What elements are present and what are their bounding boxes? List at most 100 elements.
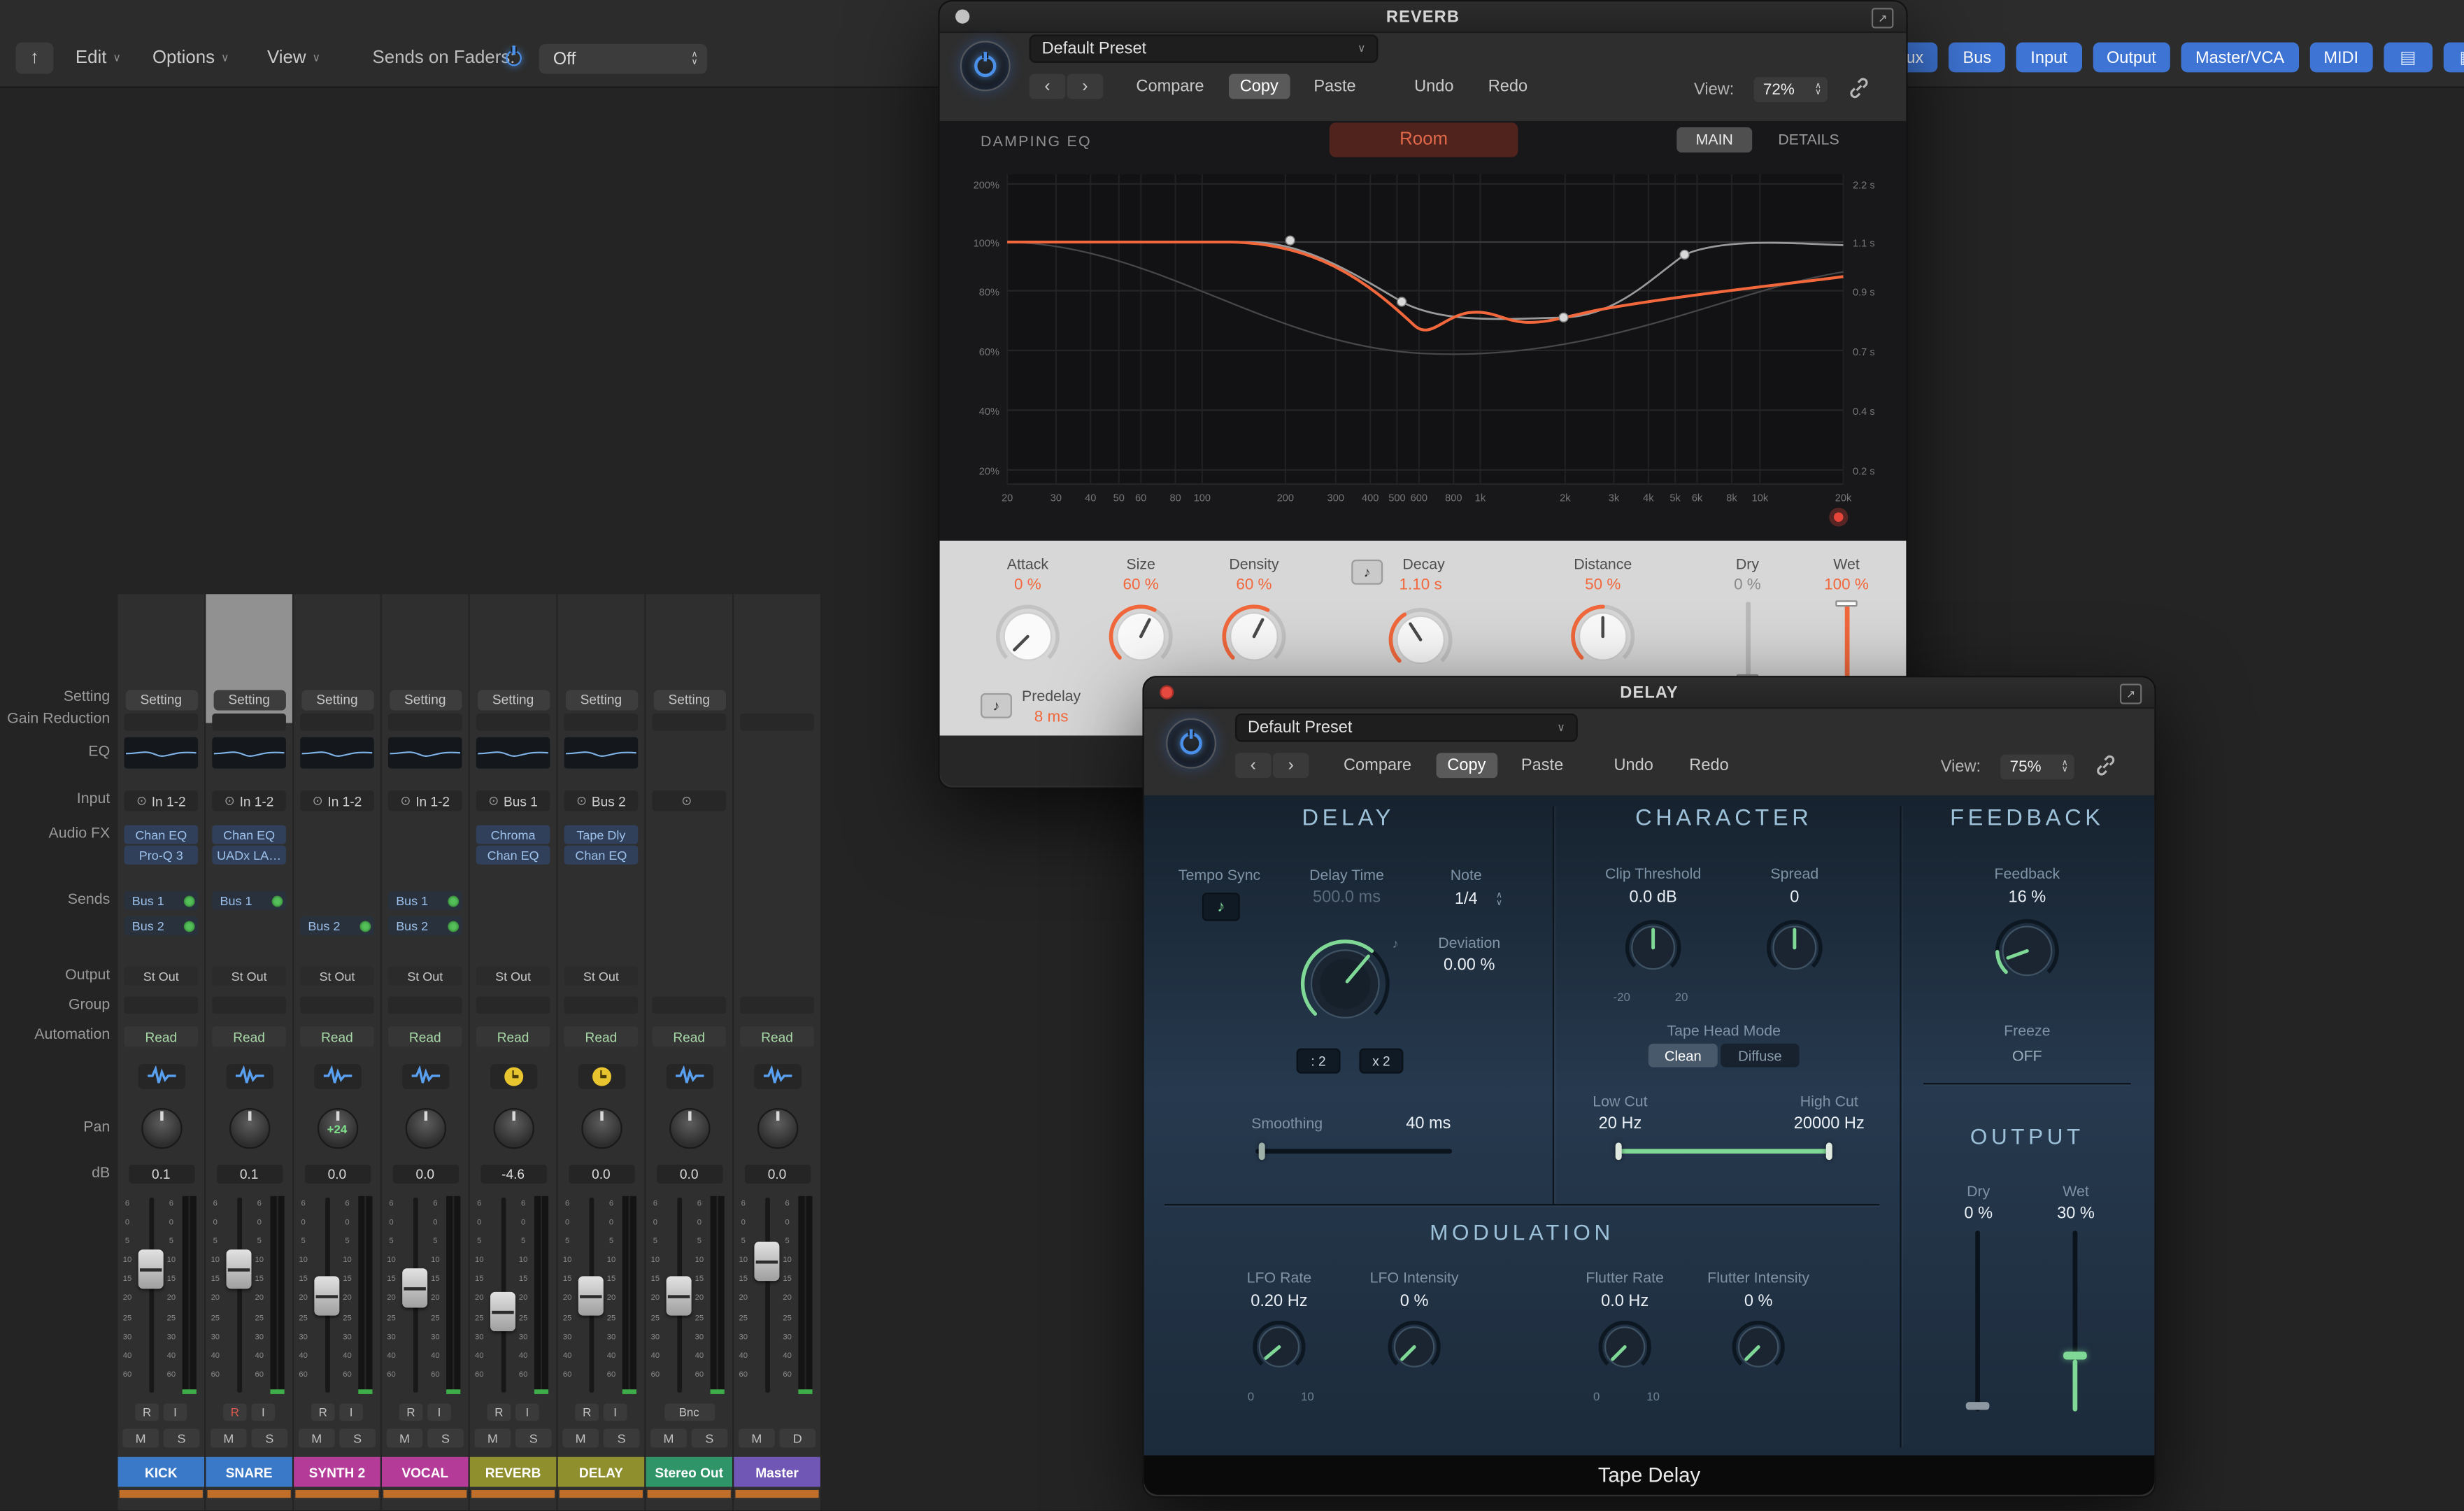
smoothing-value[interactable]: 40 ms — [1389, 1114, 1467, 1133]
record-enable-button[interactable]: R — [223, 1403, 247, 1421]
copy-button[interactable]: Copy — [1436, 753, 1497, 779]
compare-button[interactable]: Compare — [1332, 753, 1422, 778]
track-name[interactable]: SYNTH 2 — [294, 1456, 380, 1487]
wet-slider-handle[interactable] — [1835, 600, 1858, 607]
volume-db-readout[interactable]: 0.0 — [646, 1163, 732, 1184]
send-level-dot[interactable] — [448, 895, 460, 907]
group-slot[interactable] — [124, 996, 199, 1014]
pan-knob[interactable] — [206, 1107, 292, 1149]
group-slot[interactable] — [652, 996, 727, 1014]
automation-mode-button[interactable]: Read — [476, 1026, 550, 1047]
channel-input-slot[interactable]: ⊙ In 1-2 — [387, 790, 462, 811]
volume-db-readout[interactable]: 0.0 — [558, 1163, 645, 1184]
next-preset-button[interactable]: › — [1272, 753, 1309, 779]
track-name[interactable]: SNARE — [206, 1456, 292, 1487]
fader-handle[interactable] — [490, 1291, 515, 1332]
fader-handle[interactable] — [402, 1268, 428, 1308]
paste-button[interactable]: Paste — [1303, 74, 1367, 99]
fader-handle[interactable] — [578, 1276, 604, 1316]
output-dry-value[interactable]: 0 % — [1931, 1204, 2025, 1223]
distance-knob[interactable] — [1568, 602, 1637, 672]
input-monitor-button[interactable]: I — [427, 1403, 451, 1421]
room-type-button[interactable]: Room — [1329, 122, 1518, 157]
mute-button[interactable]: M — [650, 1428, 687, 1448]
fader-handle[interactable] — [314, 1276, 340, 1316]
audio-fx-slot[interactable]: Chan EQ — [564, 845, 639, 865]
dry-slider-track[interactable] — [1746, 602, 1751, 684]
plugin-power-button[interactable] — [960, 41, 1011, 92]
tape-head-diffuse-button[interactable]: Diffuse — [1721, 1043, 1800, 1067]
view-menu[interactable]: View ∨ — [267, 43, 320, 74]
view-zoom-stepper[interactable]: 72% ∧ ∨ — [1753, 77, 1828, 103]
track-name[interactable]: VOCAL — [381, 1456, 469, 1487]
redo-button[interactable]: Redo — [1679, 753, 1740, 778]
fader-handle[interactable] — [226, 1249, 252, 1289]
eq-thumbnail[interactable] — [118, 736, 205, 770]
track-name[interactable]: Master — [734, 1456, 820, 1487]
automation-mode-button[interactable]: Read — [300, 1026, 374, 1047]
channel-input-slot[interactable]: ⊙ — [652, 790, 727, 811]
channel-input-slot[interactable]: ⊙ In 1-2 — [212, 790, 286, 811]
attack-knob[interactable] — [993, 602, 1062, 672]
smoothing-slider-handle[interactable] — [1258, 1142, 1265, 1161]
input-monitor-button[interactable]: I — [163, 1403, 187, 1421]
fader-handle[interactable] — [754, 1241, 780, 1282]
feedback-knob[interactable] — [1991, 915, 2063, 987]
volume-db-readout[interactable]: 0.0 — [294, 1163, 380, 1184]
smoothing-slider-track[interactable] — [1255, 1149, 1453, 1154]
mute-button[interactable]: M — [386, 1428, 423, 1448]
popout-window-icon[interactable]: ↗ — [2119, 683, 2142, 704]
pan-knob[interactable] — [382, 1107, 469, 1149]
solo-button[interactable]: S — [515, 1428, 552, 1448]
record-enable-button[interactable]: R — [575, 1403, 599, 1421]
low-cut-handle[interactable] — [1615, 1142, 1622, 1161]
pan-knob[interactable]: +24 — [294, 1107, 380, 1149]
view-zoom-stepper[interactable]: 75% ∧ ∨ — [2000, 754, 2074, 780]
solo-button[interactable]: S — [691, 1428, 728, 1448]
density-knob[interactable] — [1220, 602, 1289, 672]
mute-button[interactable]: M — [211, 1428, 247, 1448]
tab-master-vca[interactable]: Master/VCA — [2181, 42, 2299, 73]
audio-fx-slot[interactable]: Chroma — [476, 825, 550, 844]
eq-thumbnail[interactable] — [294, 736, 380, 770]
output-dry-slider-track[interactable] — [1975, 1230, 1980, 1412]
track-name[interactable]: REVERB — [469, 1456, 557, 1487]
output-wet-value[interactable]: 30 % — [2029, 1204, 2123, 1223]
freeze-waveform-icon[interactable] — [665, 1063, 713, 1088]
channel-output-slot[interactable]: St Out — [300, 966, 374, 986]
deviation-value[interactable]: 0.00 % — [1414, 956, 1524, 974]
note-stepper[interactable]: ∧ ∨ — [1496, 892, 1502, 907]
audio-fx-slot[interactable]: Chan EQ — [212, 825, 286, 844]
mixer-view-icon[interactable]: ▦ — [2443, 42, 2464, 73]
distance-value[interactable]: 50 % — [1555, 577, 1650, 595]
sends-power-icon[interactable] — [506, 50, 522, 66]
preset-dropdown[interactable]: Default Preset ∨ — [1234, 714, 1578, 742]
lfo-intensity-value[interactable]: 0 % — [1351, 1292, 1477, 1311]
prev-preset-button[interactable]: ‹ — [1029, 73, 1066, 99]
mute-button[interactable]: M — [738, 1428, 775, 1448]
single-strip-view-icon[interactable]: ▤ — [2384, 42, 2433, 73]
feedback-value[interactable]: 16 % — [1949, 888, 2106, 907]
track-name[interactable]: Stereo Out — [646, 1456, 733, 1487]
channel-setting-button[interactable]: Setting — [564, 689, 638, 710]
channel-input-slot[interactable]: ⊙ In 1-2 — [300, 790, 374, 811]
plugin-power-button[interactable] — [1166, 718, 1217, 769]
paste-button[interactable]: Paste — [1510, 753, 1574, 778]
size-knob[interactable] — [1106, 602, 1176, 672]
input-monitor-button[interactable]: I — [603, 1403, 627, 1421]
group-slot[interactable] — [387, 996, 462, 1014]
send-slot[interactable]: Bus 1 — [124, 891, 199, 910]
group-slot[interactable] — [740, 996, 814, 1014]
channel-input-slot[interactable]: ⊙ Bus 1 — [476, 790, 550, 811]
output-dry-slider-handle[interactable] — [1965, 1402, 1990, 1410]
channel-setting-button[interactable]: Setting — [653, 689, 725, 710]
channel-output-slot[interactable]: St Out — [212, 966, 286, 986]
freeze-value[interactable]: OFF — [1949, 1049, 2106, 1066]
record-enable-button[interactable]: R — [399, 1403, 423, 1421]
channel-setting-button[interactable]: Setting — [389, 689, 462, 710]
audio-fx-slot[interactable]: UADx LA… — [212, 845, 286, 865]
solo-button[interactable]: S — [339, 1428, 376, 1448]
mute-button[interactable]: M — [562, 1428, 599, 1448]
volume-db-readout[interactable]: 0.0 — [734, 1163, 820, 1184]
send-level-dot[interactable] — [271, 895, 283, 907]
